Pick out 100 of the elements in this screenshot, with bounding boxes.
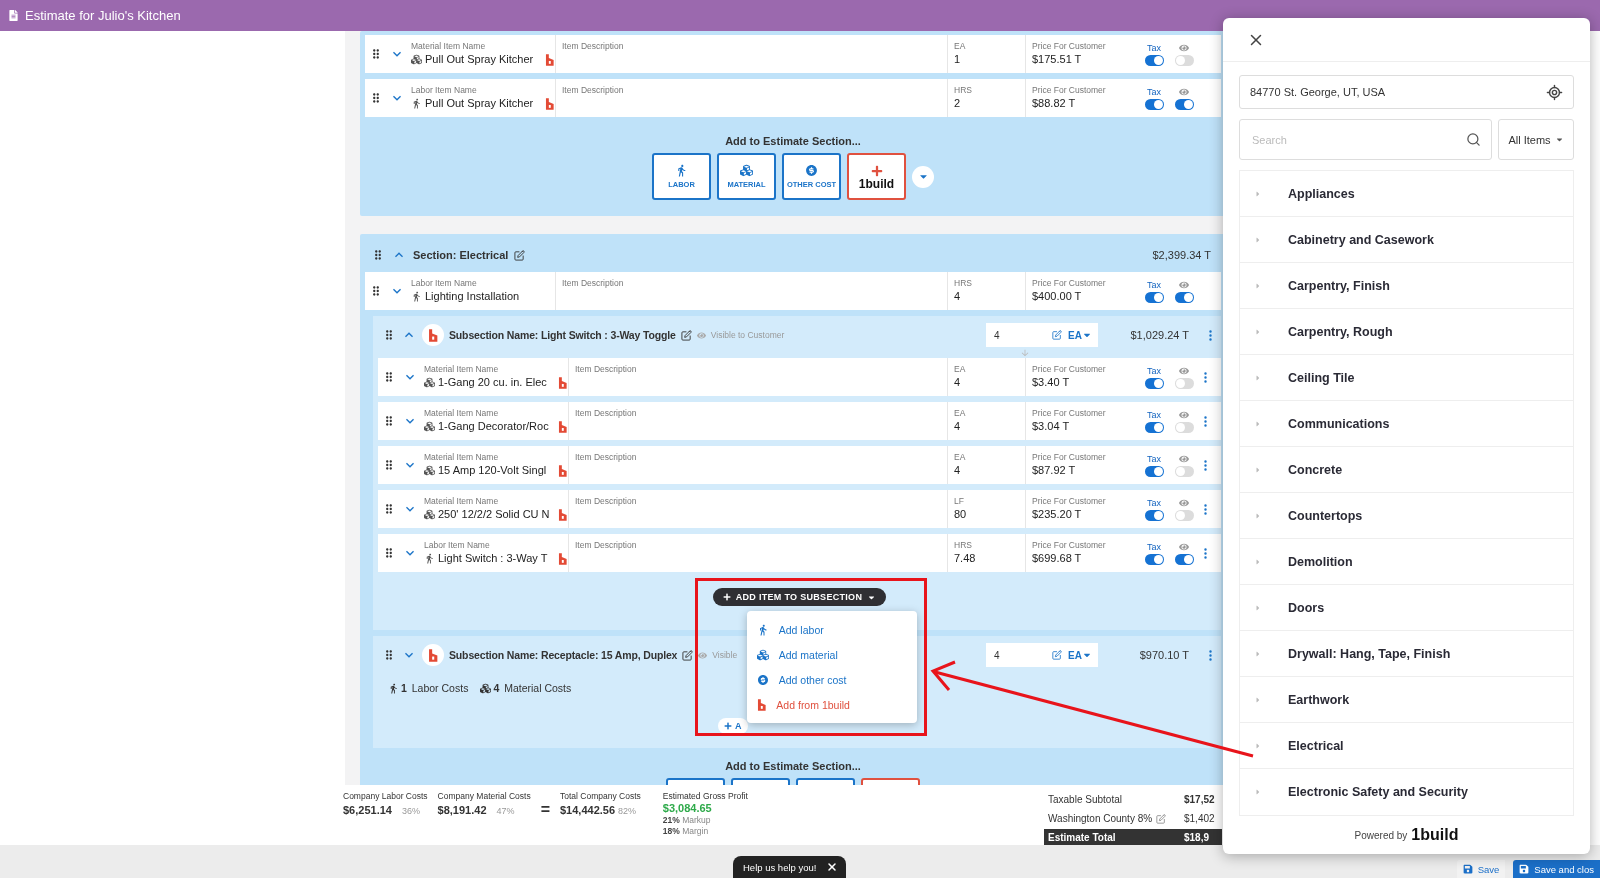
walking-person-icon <box>388 682 399 694</box>
price-field[interactable]: Price For Customer $400.00 T <box>1025 272 1139 310</box>
unit-dropdown[interactable]: EA <box>1068 329 1092 341</box>
price-field[interactable]: Price For Customer $175.51 T <box>1025 35 1139 73</box>
filter-dropdown[interactable]: All Items <box>1498 119 1574 160</box>
logo-icon <box>427 648 439 662</box>
field-label: Item Description <box>562 41 625 52</box>
description-field[interactable]: Item Description <box>555 35 947 73</box>
menu-item[interactable]: Add from 1build <box>746 692 917 717</box>
item-name-field[interactable]: Labor Item Name Pull Out Spray Kitcher <box>405 79 555 117</box>
help-chip[interactable]: Help us help you! <box>733 856 847 878</box>
category-item[interactable]: Drywall: Hang, Tape, Finish <box>1240 631 1573 677</box>
description-field[interactable]: Item Description <box>568 446 947 484</box>
more-button[interactable] <box>912 165 934 188</box>
description-field[interactable]: Item Description <box>555 272 947 310</box>
close-icon[interactable] <box>826 861 839 873</box>
visibility-toggle[interactable] <box>1174 98 1194 110</box>
edit-icon[interactable] <box>680 329 692 341</box>
quantity-field[interactable]: EA 4 <box>947 402 1025 440</box>
crosshair-icon[interactable] <box>1546 83 1563 101</box>
add-catalog-button[interactable]: 1build <box>847 153 906 200</box>
category-item[interactable]: Electronic Safety and Security <box>1240 769 1573 815</box>
price-field[interactable]: Price For Customer $3.04 T <box>1025 402 1139 440</box>
tax-toggle[interactable] <box>1144 465 1164 477</box>
description-field[interactable]: Item Description <box>568 402 947 440</box>
walking-person-icon <box>411 98 422 109</box>
add-item-button[interactable]: A <box>718 718 748 734</box>
price-field[interactable]: Price For Customer $3.40 T <box>1025 358 1139 396</box>
summary-label: Washington County 8% <box>1048 813 1153 824</box>
item-name-field[interactable]: Material Item Name 1-Gang 20 cu. in. Elec <box>418 358 568 396</box>
visibility-toggle[interactable] <box>1174 54 1194 66</box>
visibility-toggle[interactable] <box>1174 553 1194 565</box>
category-item[interactable]: Doors <box>1240 585 1573 631</box>
description-field[interactable]: Item Description <box>555 79 947 117</box>
quantity-field[interactable]: HRS 2 <box>947 79 1025 117</box>
save-button[interactable]: Save <box>1456 860 1506 878</box>
visibility-toggle[interactable] <box>1174 421 1194 433</box>
edit-icon[interactable] <box>1052 650 1063 660</box>
save-close-button[interactable]: Save and clos <box>1513 860 1600 878</box>
category-item[interactable]: Ceiling Tile <box>1240 355 1573 401</box>
price-field[interactable]: Price For Customer $235.20 T <box>1025 490 1139 528</box>
edit-icon[interactable] <box>682 649 694 661</box>
quantity-field[interactable]: EA 4 <box>947 358 1025 396</box>
item-name-field[interactable]: Material Item Name 1-Gang Decorator/Roc <box>418 402 568 440</box>
category-item[interactable]: Cabinetry and Casework <box>1240 217 1573 263</box>
tax-toggle[interactable] <box>1144 421 1164 433</box>
menu-item[interactable]: Add material <box>746 642 917 667</box>
quantity-field[interactable]: LF 80 <box>947 490 1025 528</box>
item-name-field[interactable]: Material Item Name Pull Out Spray Kitcher <box>405 35 555 73</box>
category-item[interactable]: Concrete <box>1240 447 1573 493</box>
visibility-toggle[interactable] <box>1174 465 1194 477</box>
category-item[interactable]: Appliances <box>1240 171 1573 217</box>
tax-toggle[interactable] <box>1144 509 1164 521</box>
description-field[interactable]: Item Description <box>568 358 947 396</box>
tax-toggle[interactable] <box>1144 98 1164 110</box>
price-field[interactable]: Price For Customer $87.92 T <box>1025 446 1139 484</box>
quantity-field[interactable]: EA 4 <box>947 446 1025 484</box>
description-field[interactable]: Item Description <box>568 490 947 528</box>
field-value: $3.40 T <box>1032 375 1071 390</box>
price-field[interactable]: Price For Customer $699.68 T <box>1025 534 1139 572</box>
edit-icon[interactable] <box>1052 330 1063 340</box>
location-field[interactable]: 84770 St. George, UT, USA <box>1239 75 1574 109</box>
search-icon <box>1466 132 1481 147</box>
item-name-field[interactable]: Labor Item Name Light Switch : 3-Way T <box>418 534 568 572</box>
item-name-field[interactable]: Labor Item Name Lighting Installation <box>405 272 555 310</box>
category-item[interactable]: Electrical <box>1240 723 1573 769</box>
item-name-field[interactable]: Material Item Name 15 Amp 120-Volt Singl <box>418 446 568 484</box>
description-field[interactable]: Item Description <box>568 534 947 572</box>
quantity-field[interactable]: 4 EA <box>986 643 1098 667</box>
unit-dropdown[interactable]: EA <box>1068 649 1092 661</box>
quantity-field[interactable]: HRS 4 <box>947 272 1025 310</box>
category-item[interactable]: Carpentry, Finish <box>1240 263 1573 309</box>
category-item[interactable]: Demolition <box>1240 539 1573 585</box>
menu-item[interactable]: Add other cost <box>746 667 917 692</box>
category-item[interactable]: Carpentry, Rough <box>1240 309 1573 355</box>
search-field[interactable]: Search <box>1239 119 1492 160</box>
percent: 47% <box>496 806 515 816</box>
add-item-dropdown[interactable]: ADD ITEM TO SUBSECTION <box>712 588 887 606</box>
margin-text: 18% Margin <box>662 826 710 836</box>
field-value: $699.68 T <box>1032 551 1083 566</box>
field-value: 4 <box>954 419 962 434</box>
tax-toggle[interactable] <box>1144 553 1164 565</box>
category-item[interactable]: Countertops <box>1240 493 1573 539</box>
category-item[interactable]: Communications <box>1240 401 1573 447</box>
menu-item[interactable]: Add labor <box>746 617 917 642</box>
visibility-toggle[interactable] <box>1174 291 1194 303</box>
visibility-toggle[interactable] <box>1174 509 1194 521</box>
edit-icon[interactable] <box>1156 813 1167 824</box>
visibility-toggle[interactable] <box>1174 377 1194 389</box>
category-item[interactable]: Earthwork <box>1240 677 1573 723</box>
tax-toggle[interactable] <box>1144 54 1164 66</box>
quantity-field[interactable]: HRS 7.48 <box>947 534 1025 572</box>
tax-toggle[interactable] <box>1144 377 1164 389</box>
edit-icon[interactable] <box>514 249 526 261</box>
stat-value: $6,251.14 <box>343 804 392 816</box>
item-name-field[interactable]: Material Item Name 250' 12/2/2 Solid CU N <box>418 490 568 528</box>
field-label: LF <box>954 496 965 507</box>
price-field[interactable]: Price For Customer $88.82 T <box>1025 79 1139 117</box>
quantity-field[interactable]: EA 1 <box>947 35 1025 73</box>
tax-toggle[interactable] <box>1144 291 1164 303</box>
